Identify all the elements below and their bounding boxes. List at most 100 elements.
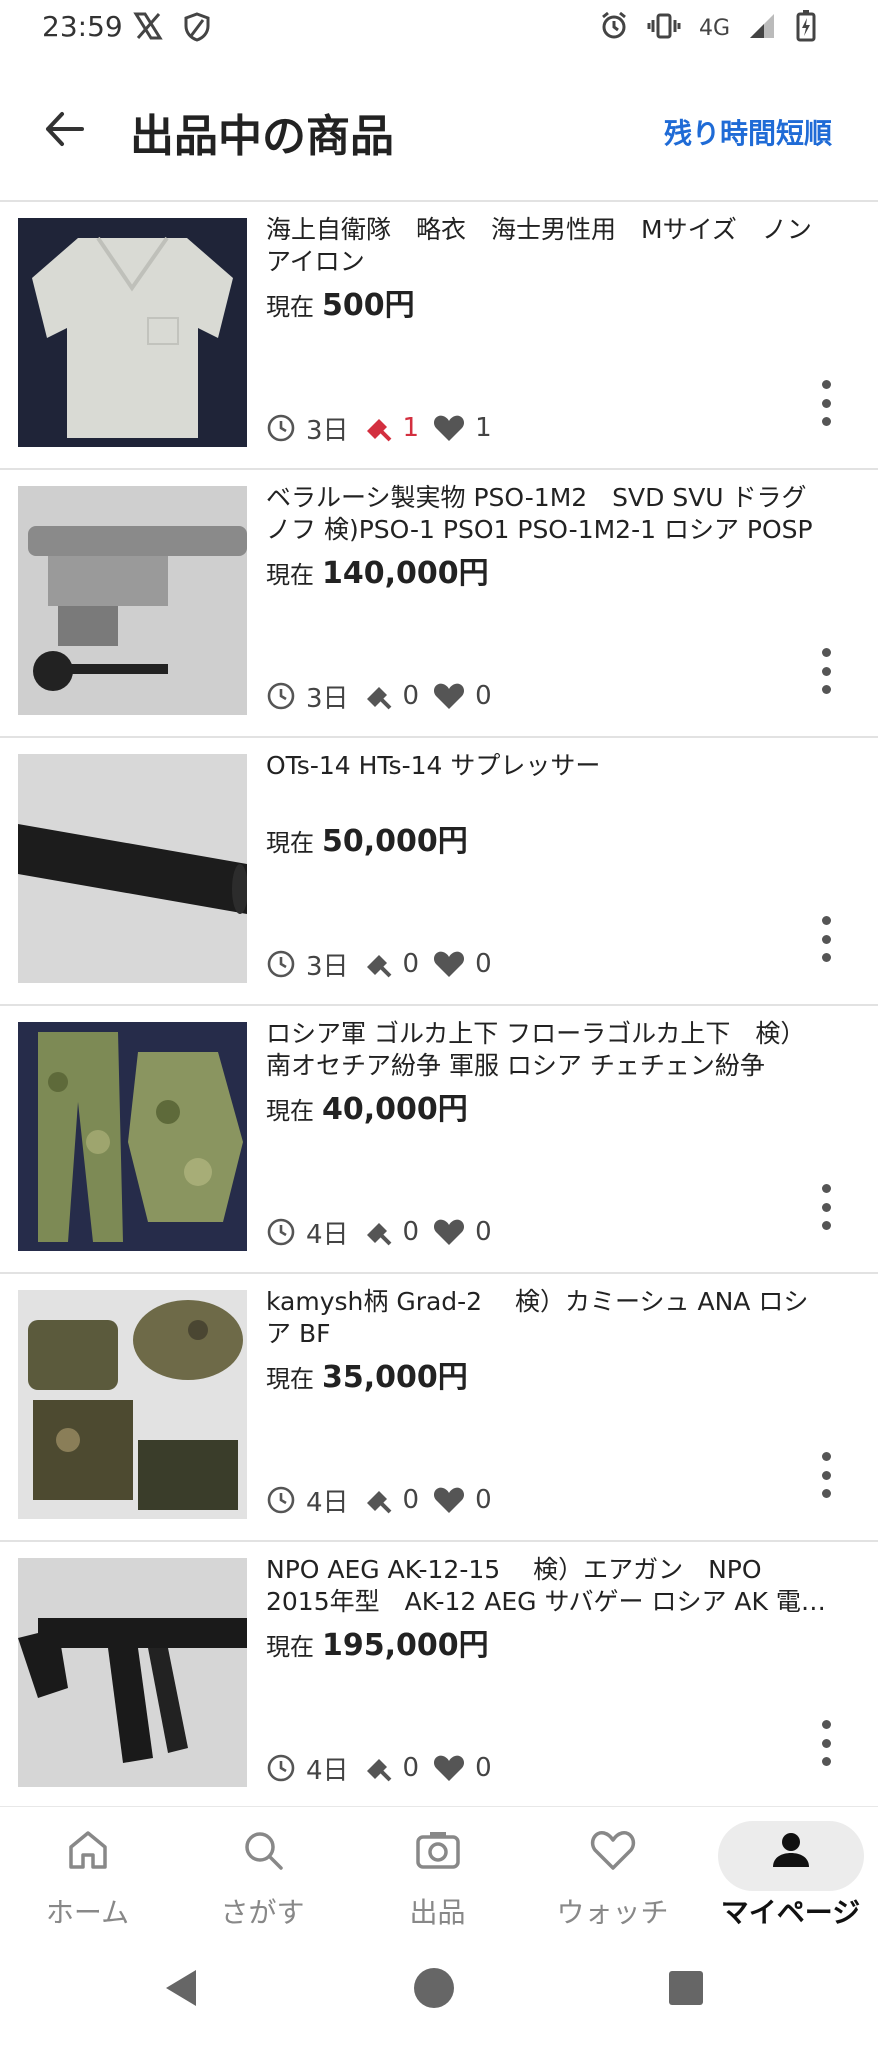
watch-count: 0	[475, 1753, 492, 1783]
item-title[interactable]: ベラルーシ製実物 PSO-1M2 SVD SVU ドラグノフ 検)PSO-1 P…	[266, 482, 831, 546]
heart-icon	[525, 1817, 700, 1883]
system-back-icon[interactable]	[160, 1966, 200, 2014]
list-item[interactable]: kamysh柄 Grad-2 検）カミーシュ ANA ロシア BF 現在 35,…	[0, 1274, 878, 1542]
clock-icon	[266, 413, 296, 443]
time-remaining: 3日	[306, 683, 349, 714]
item-thumbnail[interactable]	[18, 218, 247, 447]
network-type: 4G	[698, 15, 730, 41]
current-price: 140,000円	[322, 556, 489, 591]
nav-label: ウォッチ	[556, 1896, 669, 1929]
more-options-icon[interactable]	[814, 380, 838, 426]
shield-icon	[183, 12, 211, 46]
item-thumbnail[interactable]	[18, 486, 247, 715]
nav-label: さがす	[220, 1896, 305, 1929]
search-icon	[175, 1817, 350, 1883]
system-recents-icon[interactable]	[666, 1966, 706, 2014]
nav-item-watch[interactable]: ウォッチ	[525, 1817, 700, 1937]
heart-icon	[433, 1486, 465, 1514]
clock-icon	[266, 1217, 296, 1247]
status-icons: 4G	[599, 10, 816, 46]
sort-button[interactable]: 残り時間短順	[664, 112, 832, 152]
price-label: 現在	[266, 561, 314, 589]
signal-icon	[748, 12, 778, 44]
item-title[interactable]: OTs-14 HTs-14 サプレッサー	[266, 750, 831, 782]
price-row: 現在 195,000円	[266, 1620, 489, 1664]
item-title[interactable]: NPO AEG AK-12-15 検）エアガン NPO 2015年型 AK-12…	[266, 1554, 831, 1618]
page-title: 出品中の商品	[130, 111, 394, 162]
home-icon	[0, 1817, 175, 1883]
time-remaining: 3日	[306, 415, 349, 446]
bid-count: 0	[402, 1217, 420, 1247]
item-stats: 3日 0 0	[266, 946, 506, 982]
system-home-icon[interactable]	[412, 1966, 456, 2014]
bid-count: 0	[402, 1753, 420, 1783]
watch-count: 1	[475, 413, 492, 443]
time-remaining: 4日	[306, 1755, 349, 1786]
vibrate-icon	[647, 12, 681, 44]
list-item[interactable]: 海上自衛隊 略衣 海士男性用 Mサイズ ノンアイロン 現在 500円 3日 1 …	[0, 202, 878, 470]
nav-label: 出品	[409, 1896, 466, 1929]
item-title[interactable]: kamysh柄 Grad-2 検）カミーシュ ANA ロシア BF	[266, 1286, 831, 1350]
heart-icon	[433, 1754, 465, 1782]
item-title[interactable]: 海上自衛隊 略衣 海士男性用 Mサイズ ノンアイロン	[266, 214, 831, 278]
heart-icon	[433, 950, 465, 978]
nav-item-home[interactable]: ホーム	[0, 1817, 175, 1937]
more-options-icon[interactable]	[814, 1720, 838, 1766]
price-label: 現在	[266, 1097, 314, 1125]
price-row: 現在 500円	[266, 280, 415, 324]
price-label: 現在	[266, 293, 314, 321]
list-item[interactable]: ベラルーシ製実物 PSO-1M2 SVD SVU ドラグノフ 検)PSO-1 P…	[0, 470, 878, 738]
more-options-icon[interactable]	[814, 1184, 838, 1230]
camera-icon	[350, 1817, 525, 1883]
heart-icon	[433, 414, 465, 442]
item-thumbnail[interactable]	[18, 1022, 247, 1251]
item-title[interactable]: ロシア軍 ゴルカ上下 フローラゴルカ上下 検） 南オセチア紛争 軍服 ロシア チ…	[266, 1018, 831, 1082]
bottom-navigation: ホーム さがす 出品 ウォッチ マイページ	[0, 1806, 878, 1952]
clock-icon	[266, 1485, 296, 1515]
item-stats: 4日 0 0	[266, 1482, 506, 1518]
price-label: 現在	[266, 1633, 314, 1661]
status-bar: 23:59 4G	[0, 0, 878, 56]
item-thumbnail[interactable]	[18, 1290, 247, 1519]
bid-count: 0	[402, 1485, 420, 1515]
list-item[interactable]: ロシア軍 ゴルカ上下 フローラゴルカ上下 検） 南オセチア紛争 軍服 ロシア チ…	[0, 1006, 878, 1274]
item-thumbnail[interactable]	[18, 1558, 247, 1787]
watch-count: 0	[475, 1485, 492, 1515]
status-time: 23:59	[42, 10, 123, 43]
current-price: 50,000円	[322, 824, 468, 859]
time-remaining: 4日	[306, 1487, 349, 1518]
battery-charging-icon	[796, 10, 816, 46]
nav-label: マイページ	[720, 1896, 861, 1929]
nav-item-sell[interactable]: 出品	[350, 1817, 525, 1937]
heart-icon	[433, 1218, 465, 1246]
item-thumbnail[interactable]	[18, 754, 247, 983]
alarm-icon	[599, 11, 629, 45]
x-app-icon	[133, 12, 163, 44]
nav-item-mypage[interactable]: マイページ	[703, 1817, 878, 1937]
app-header: 出品中の商品 残り時間短順	[0, 56, 878, 202]
watch-count: 0	[475, 681, 492, 711]
nav-item-search[interactable]: さがす	[175, 1817, 350, 1937]
more-options-icon[interactable]	[814, 916, 838, 962]
list-item[interactable]: NPO AEG AK-12-15 検）エアガン NPO 2015年型 AK-12…	[0, 1542, 878, 1810]
price-label: 現在	[266, 1365, 314, 1393]
clock-icon	[266, 1753, 296, 1783]
heart-icon	[433, 682, 465, 710]
list-item[interactable]: OTs-14 HTs-14 サプレッサー 現在 50,000円 3日 0 0	[0, 738, 878, 1006]
current-price: 195,000円	[322, 1628, 489, 1663]
current-price: 500円	[322, 288, 415, 323]
price-row: 現在 140,000円	[266, 548, 489, 592]
current-price: 40,000円	[322, 1092, 468, 1127]
gavel-icon	[363, 681, 393, 711]
gavel-icon	[363, 1753, 393, 1783]
item-stats: 4日 0 0	[266, 1750, 506, 1786]
person-icon	[703, 1817, 878, 1883]
clock-icon	[266, 681, 296, 711]
back-arrow-icon[interactable]	[40, 104, 90, 154]
item-stats: 4日 0 0	[266, 1214, 506, 1250]
more-options-icon[interactable]	[814, 648, 838, 694]
watch-count: 0	[475, 1217, 492, 1247]
bid-count: 1	[402, 413, 420, 443]
more-options-icon[interactable]	[814, 1452, 838, 1498]
item-stats: 3日 0 0	[266, 678, 506, 714]
